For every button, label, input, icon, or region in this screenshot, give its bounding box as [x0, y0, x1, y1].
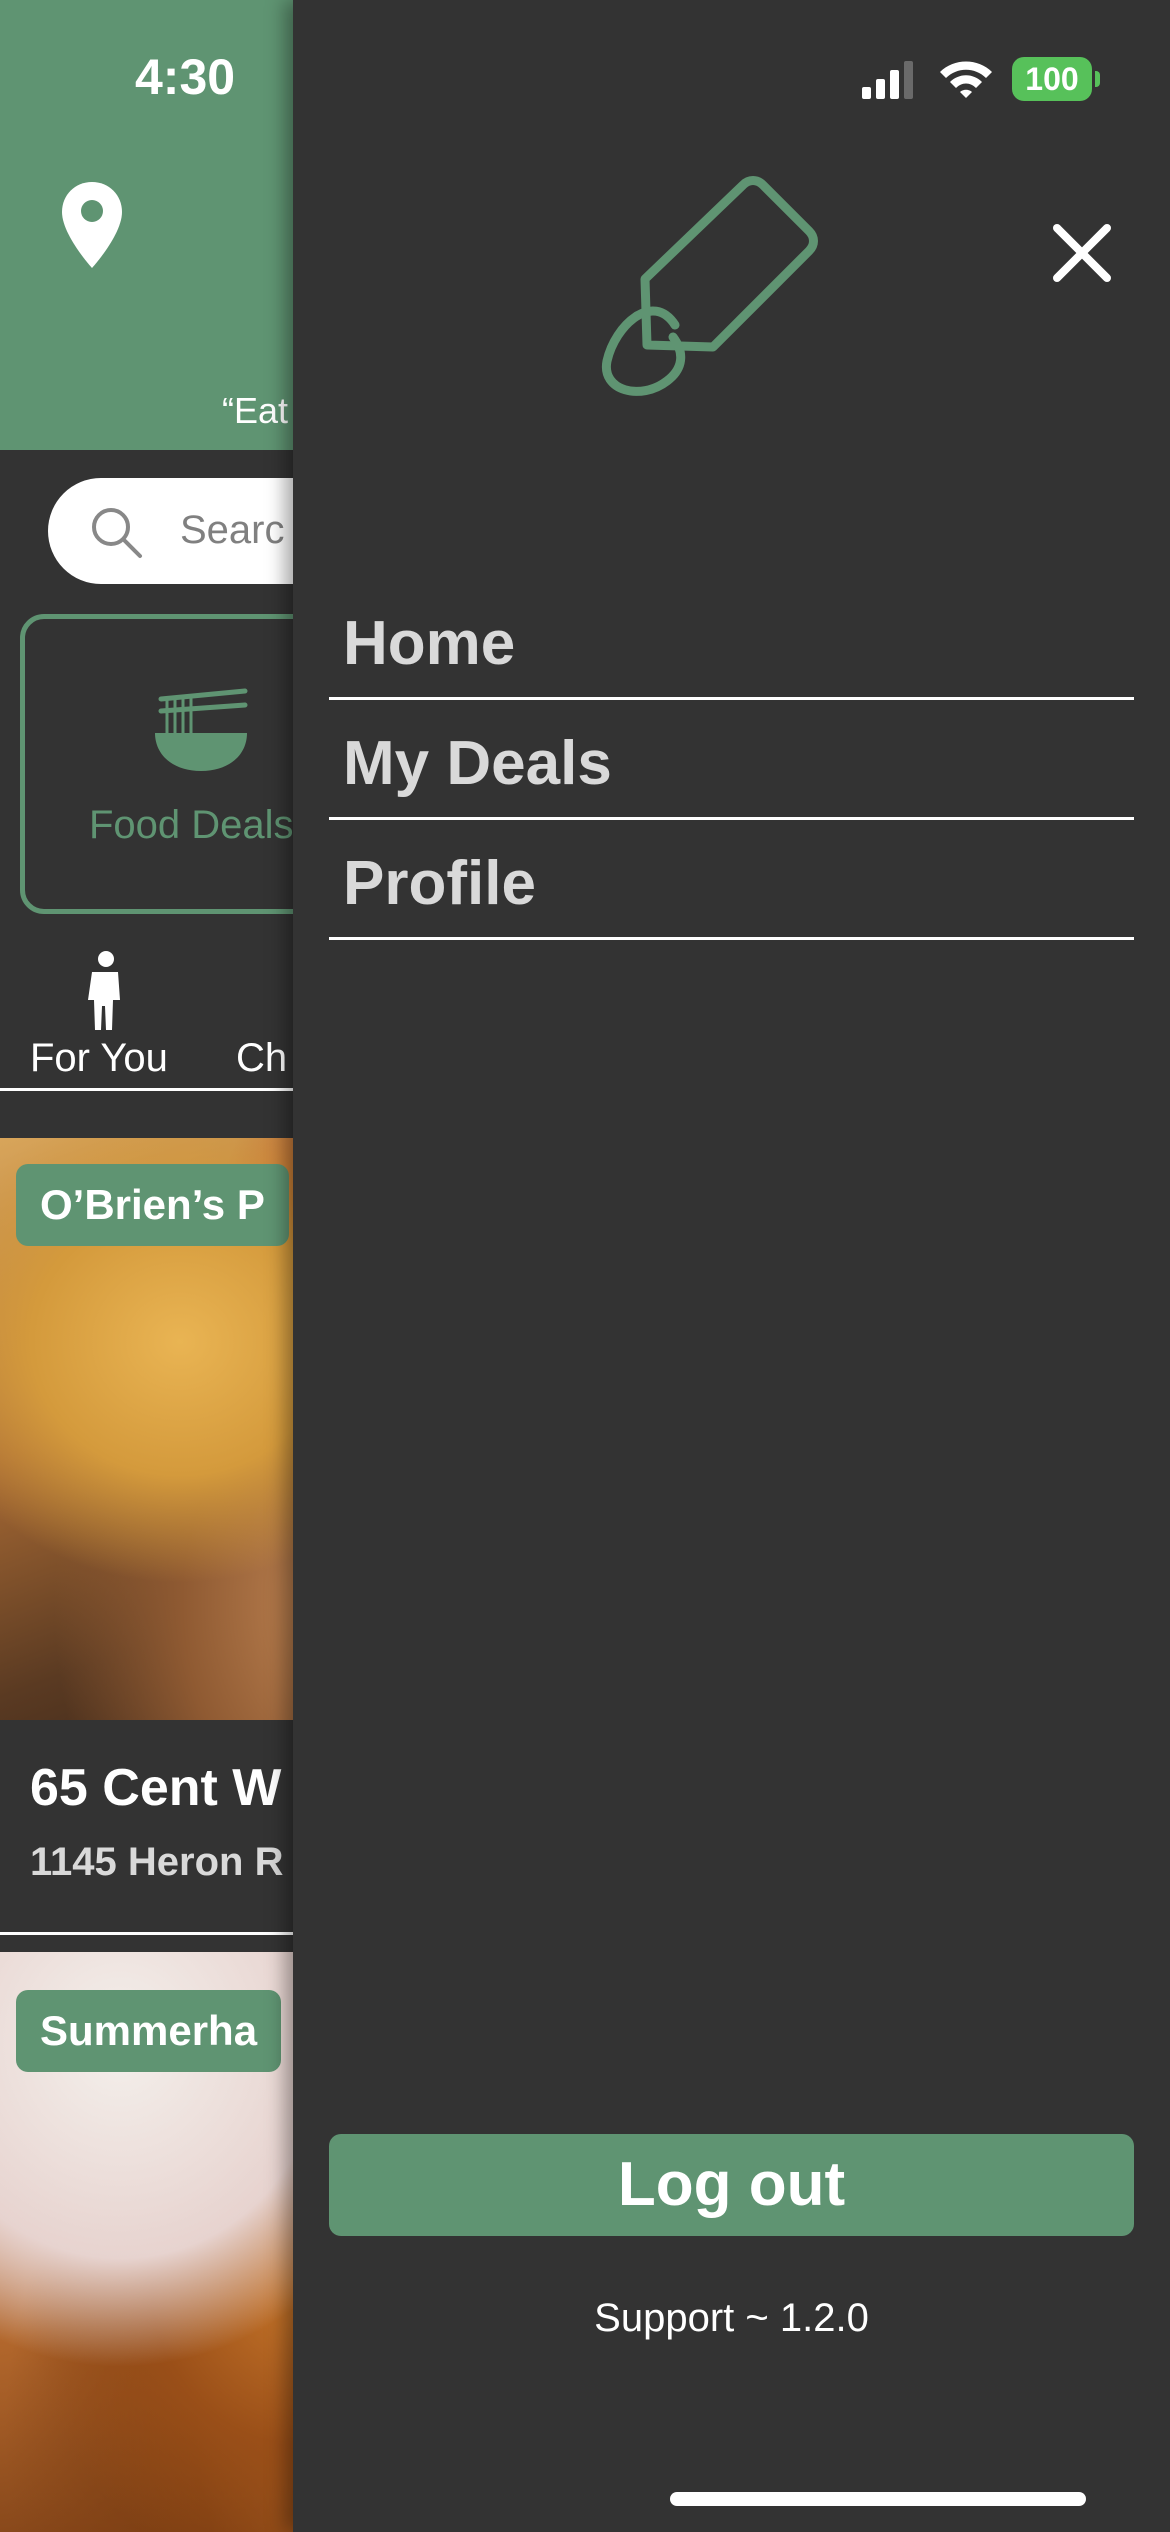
location-pin-icon[interactable] [60, 180, 124, 270]
deal-badge: Summerha [16, 1990, 282, 2072]
person-icon [88, 951, 120, 1030]
menu-item-my-deals[interactable]: My Deals [329, 700, 1134, 820]
wifi-icon [940, 61, 992, 98]
deal-address: 1145 Heron R [30, 1840, 284, 1884]
deal-badge: O’Brien’s P [16, 1164, 289, 1246]
menu-item-label: Home [343, 609, 516, 678]
logout-button[interactable]: Log out [329, 2134, 1134, 2236]
menu-item-profile[interactable]: Profile [329, 820, 1134, 940]
search-placeholder: Searc [180, 508, 285, 552]
menu-item-label: Profile [343, 849, 536, 918]
tab-label[interactable]: Ch [236, 1036, 287, 1081]
deal-title[interactable]: 65 Cent W [30, 1758, 281, 1818]
status-icons: 100 [860, 56, 1100, 102]
screen: 4:30 “Eat Searc Food Deals For You Ch O’… [0, 0, 1170, 2532]
search-icon [92, 508, 142, 558]
cellular-signal-icon [862, 61, 913, 99]
tagline: “Eat [222, 390, 289, 431]
category-label: Food Deals [89, 803, 294, 847]
noodle-bowl-icon [155, 688, 248, 771]
home-indicator[interactable] [670, 2492, 1086, 2506]
battery-indicator: 100 [1012, 57, 1100, 101]
tab-for-you[interactable]: For You [30, 950, 180, 1080]
tab-label: For You [30, 1036, 168, 1080]
support-version-link[interactable]: Support ~ 1.2.0 [293, 2296, 1170, 2341]
menu-item-label: My Deals [343, 729, 612, 798]
close-icon[interactable] [1049, 220, 1115, 286]
navigation-drawer: 100 Home My Deals Profile Log out Suppor… [293, 0, 1170, 2532]
menu-item-home[interactable]: Home [329, 580, 1134, 700]
status-time: 4:30 [135, 49, 236, 105]
price-tag-icon [601, 176, 818, 396]
drawer-menu: Home My Deals Profile [329, 580, 1134, 940]
